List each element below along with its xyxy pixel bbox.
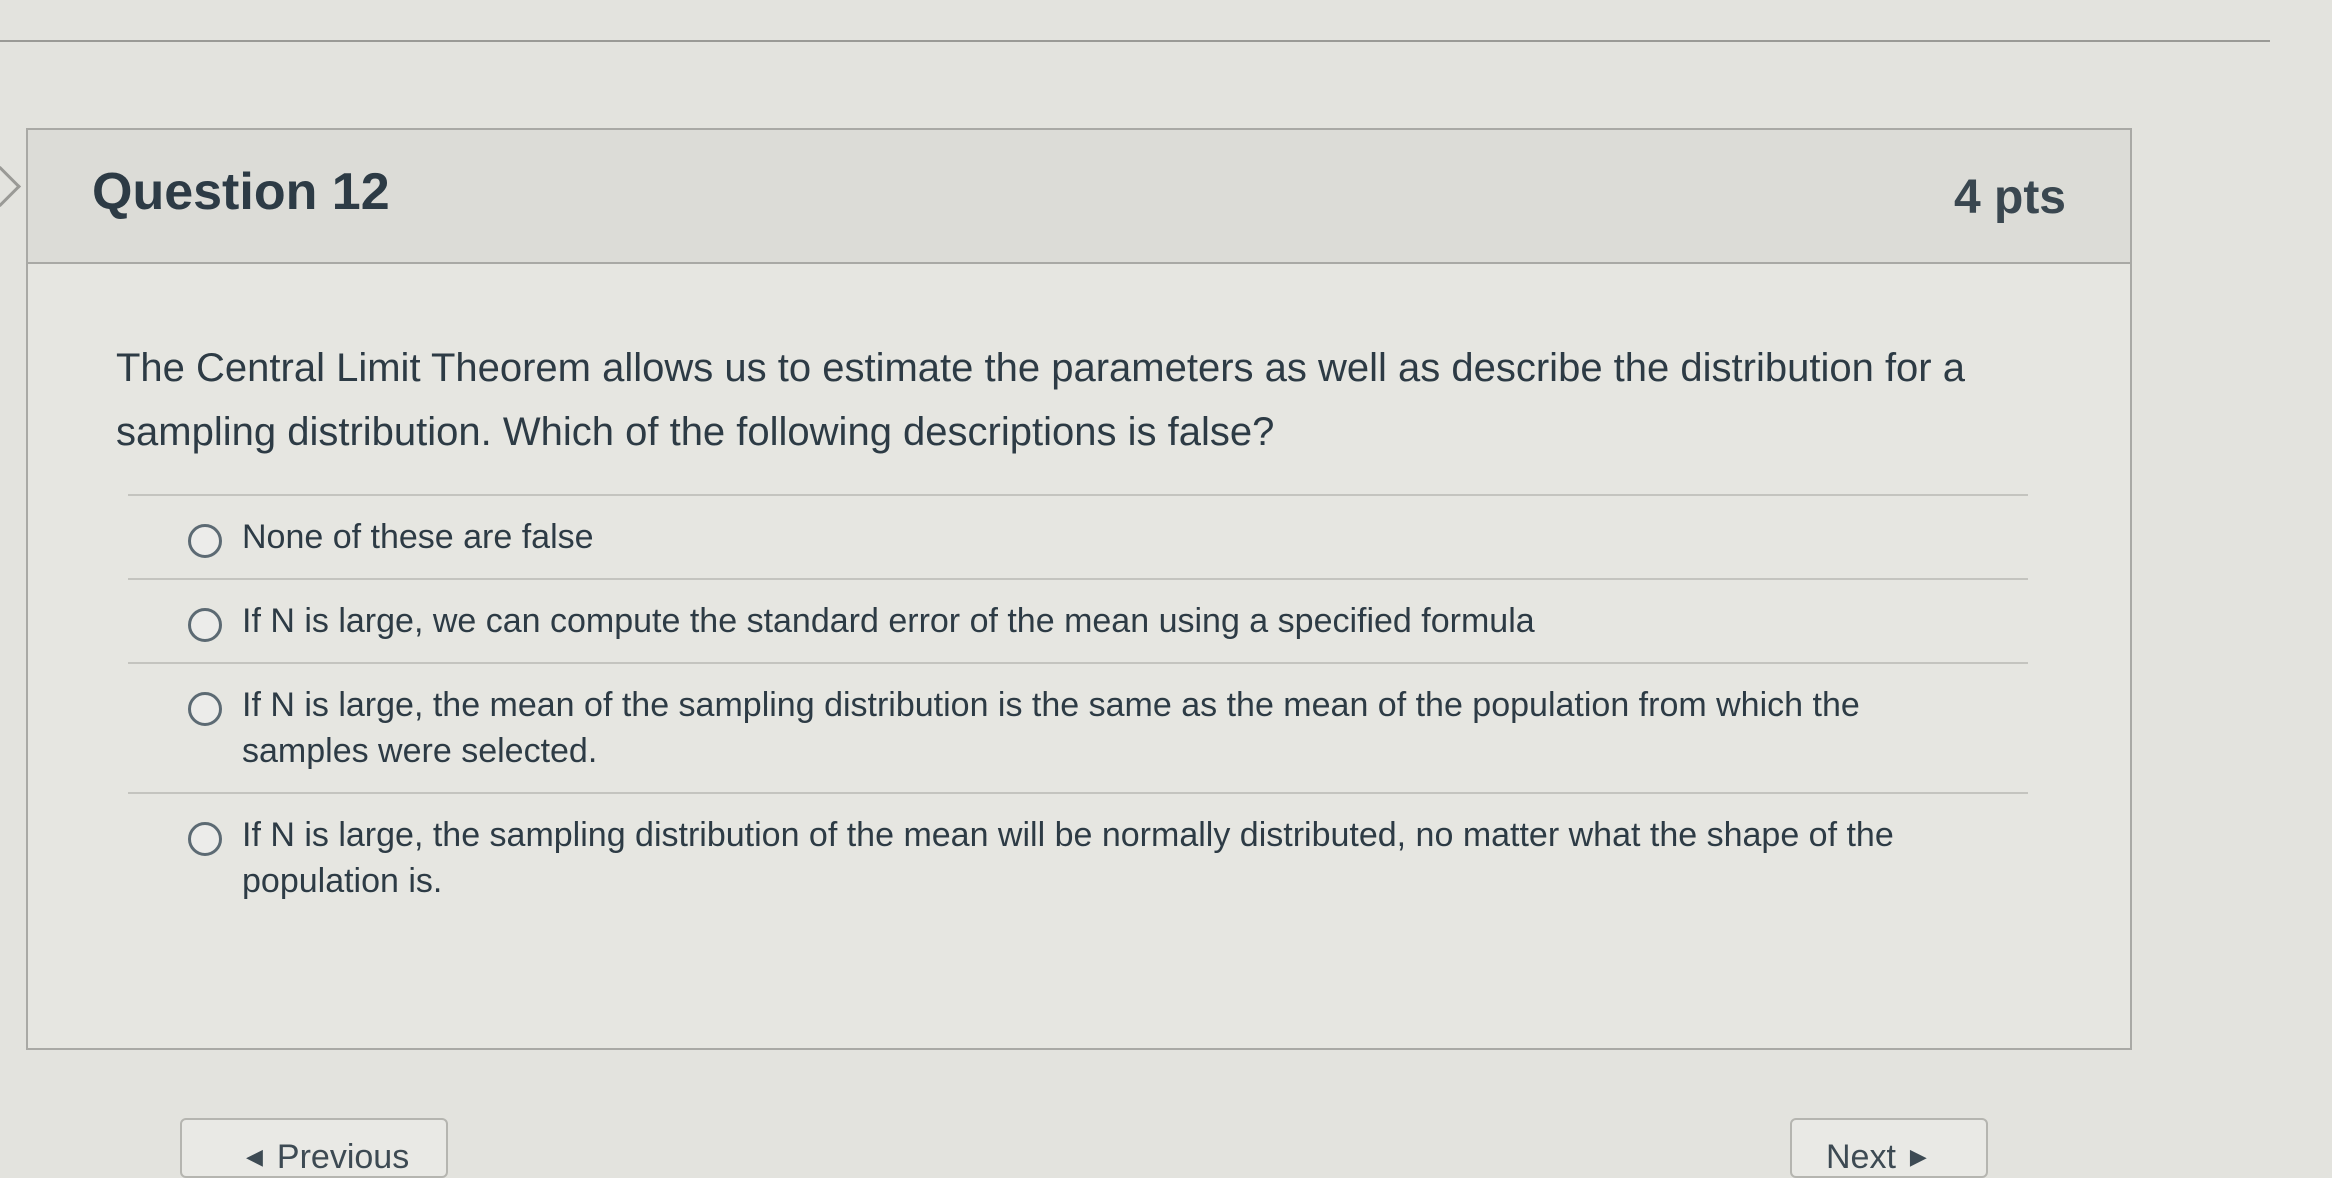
answer-option-2[interactable]: If N is large, we can compute the standa… bbox=[128, 580, 2028, 662]
previous-label: Previous bbox=[276, 1138, 410, 1176]
radio-button[interactable] bbox=[188, 524, 222, 558]
question-header: Question 12 4 pts bbox=[28, 130, 2130, 264]
answer-option-1[interactable]: None of these are false bbox=[128, 496, 2028, 578]
question-text: The Central Limit Theorem allows us to e… bbox=[116, 346, 1965, 454]
question-card: Question 12 4 pts The Central Limit Theo… bbox=[26, 128, 2132, 1050]
question-points: 4 pts bbox=[1953, 171, 2066, 224]
answer-label: If N is large, the mean of the sampling … bbox=[242, 686, 1860, 770]
answer-label: None of these are false bbox=[242, 518, 594, 556]
radio-button[interactable] bbox=[188, 692, 222, 726]
next-label: Next bbox=[1826, 1138, 1896, 1176]
chevron-right-icon[interactable] bbox=[0, 165, 22, 208]
next-button[interactable]: Next ▶ bbox=[1790, 1118, 1988, 1178]
triangle-right-icon: ▶ bbox=[1909, 1144, 1927, 1169]
radio-button[interactable] bbox=[188, 822, 222, 856]
answer-label: If N is large, the sampling distribution… bbox=[242, 816, 1894, 900]
radio-button[interactable] bbox=[188, 608, 222, 642]
answer-option-3[interactable]: If N is large, the mean of the sampling … bbox=[128, 664, 2028, 792]
answer-option-4[interactable]: If N is large, the sampling distribution… bbox=[128, 794, 2028, 922]
triangle-left-icon: ◀ bbox=[246, 1144, 263, 1169]
question-title: Question 12 bbox=[92, 163, 390, 221]
previous-button[interactable]: ◀ Previous bbox=[180, 1118, 448, 1178]
top-divider bbox=[0, 40, 2270, 42]
answer-list: None of these are false If N is large, w… bbox=[128, 494, 2028, 922]
answer-label: If N is large, we can compute the standa… bbox=[242, 602, 1535, 640]
